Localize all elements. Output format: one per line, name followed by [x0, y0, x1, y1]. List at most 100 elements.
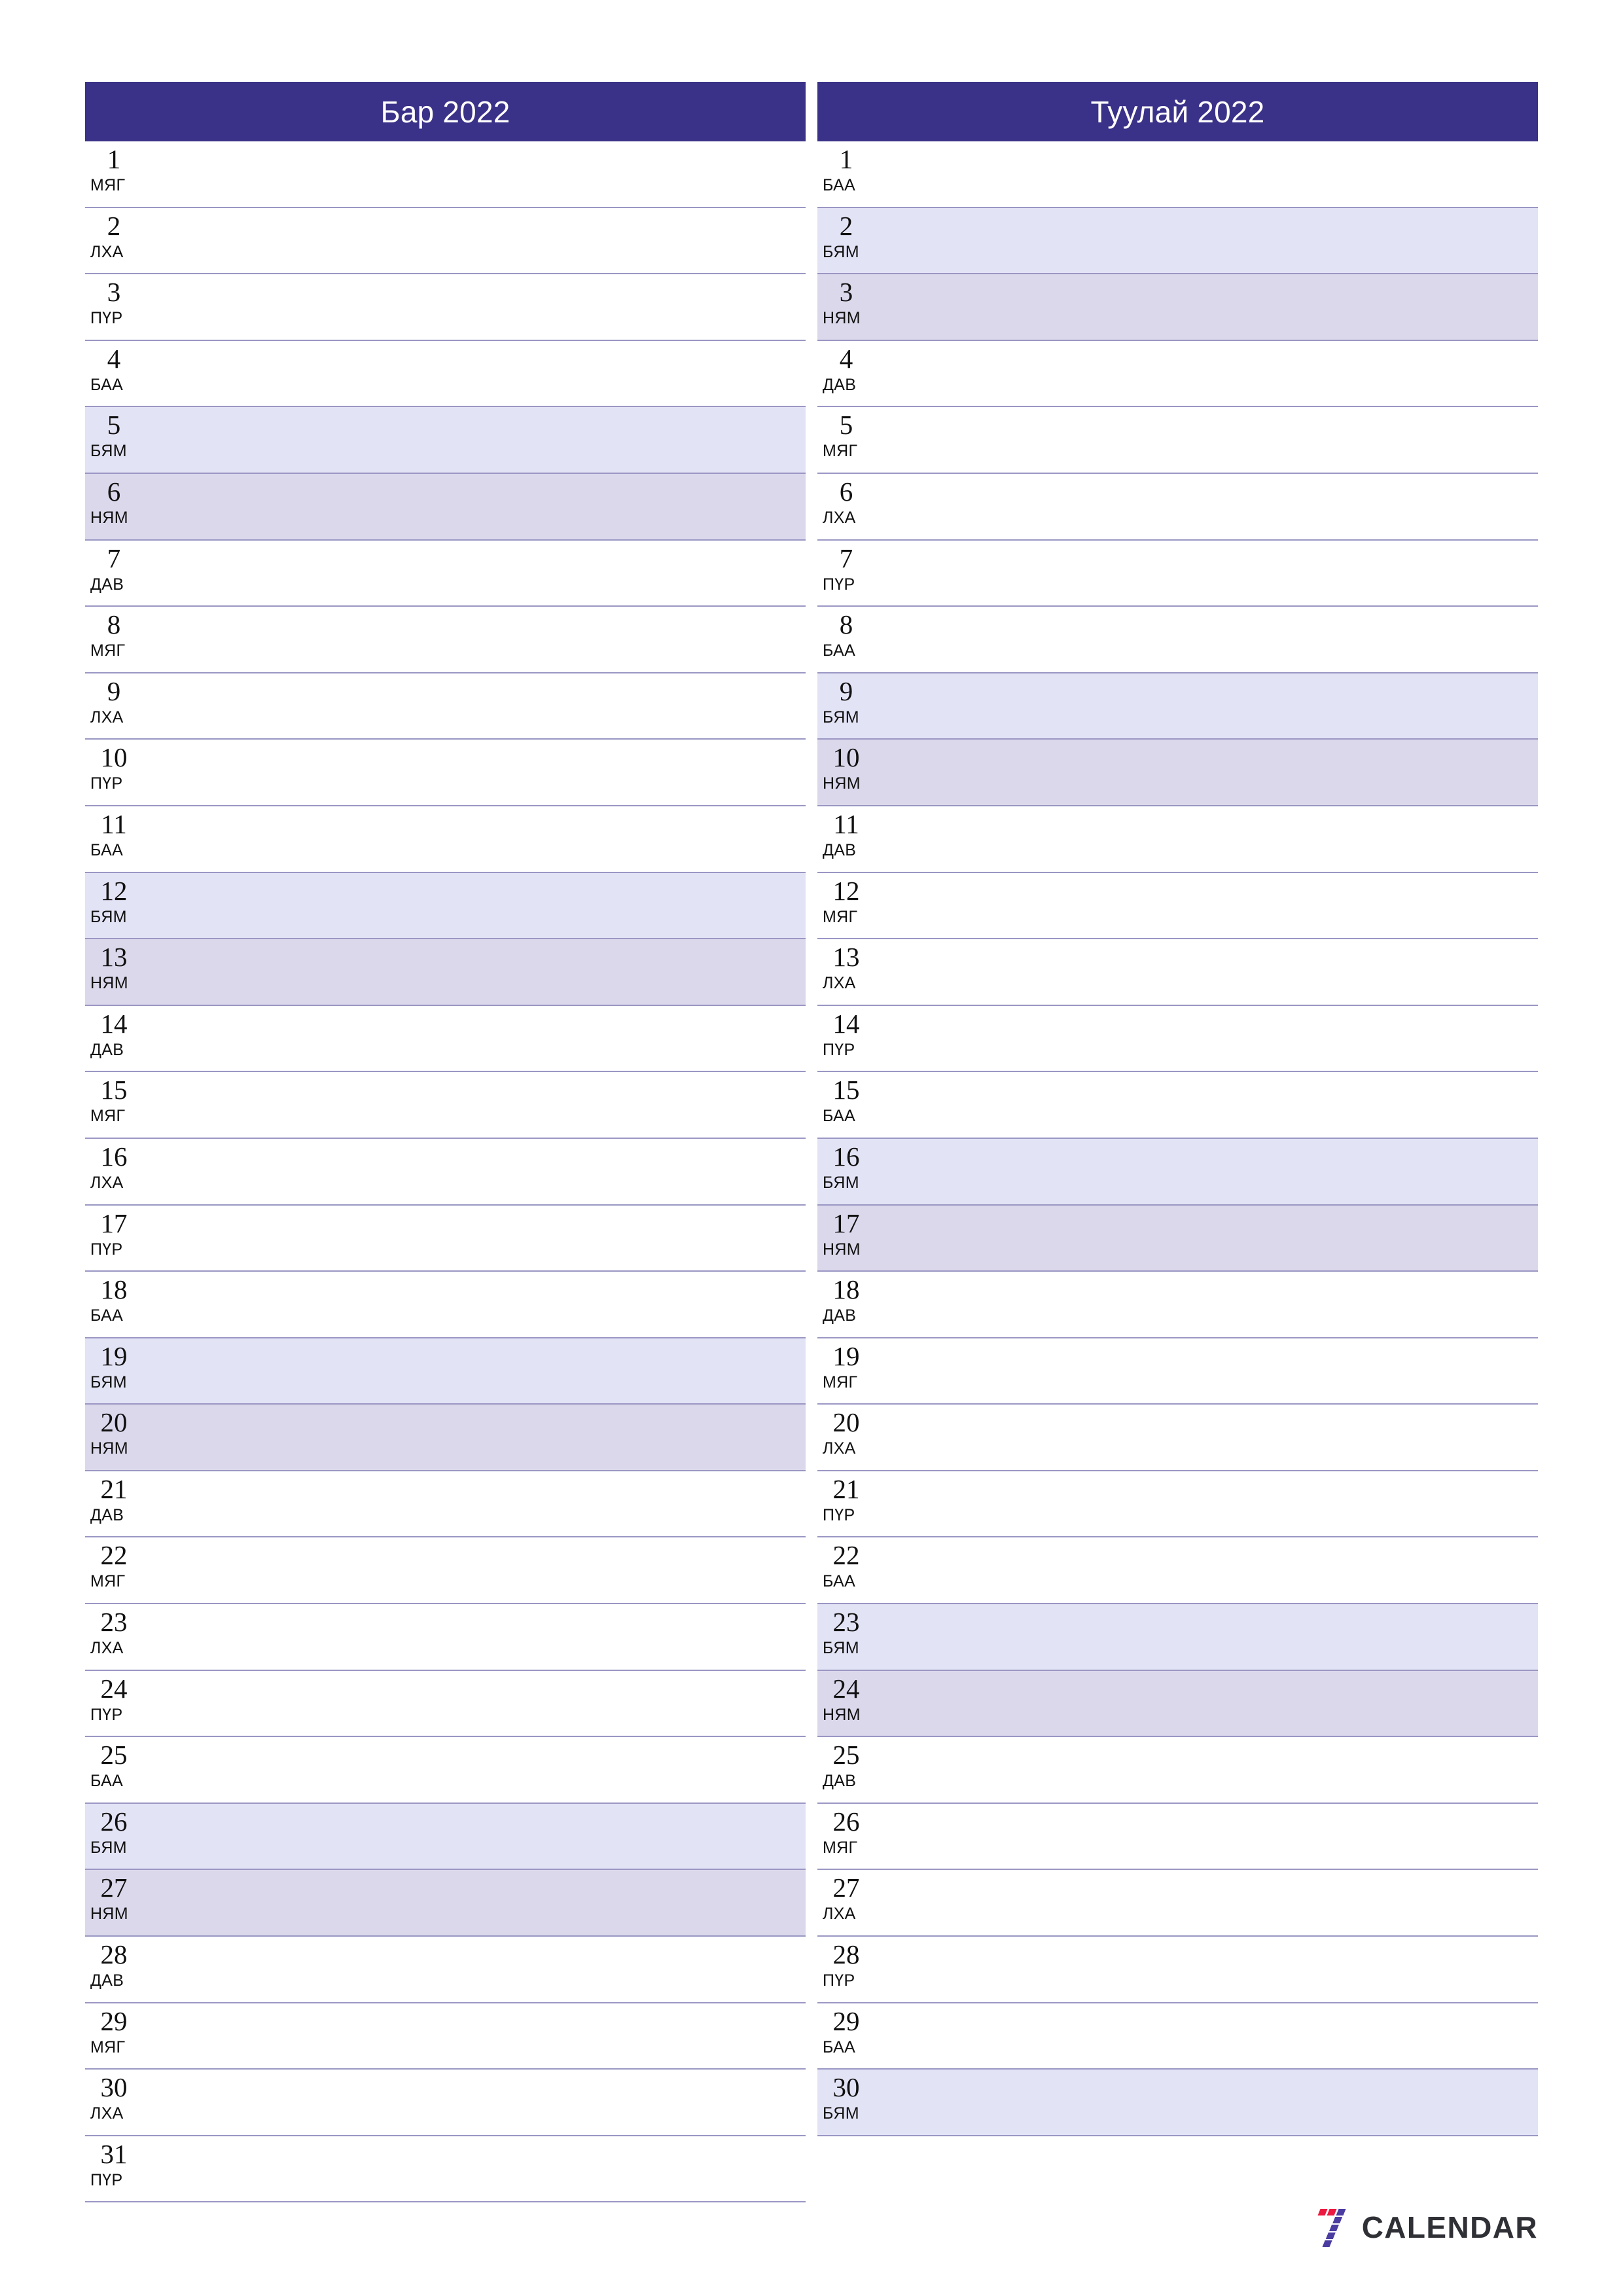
day-number: 11: [833, 808, 859, 839]
day-row[interactable]: 22 БАА: [817, 1537, 1538, 1605]
day-row[interactable]: 26 МЯГ: [817, 1803, 1538, 1871]
day-row[interactable]: 15 БАА: [817, 1072, 1538, 1139]
day-row[interactable]: 29 БАА: [817, 2003, 1538, 2070]
day-weekday: ПҮР: [823, 1505, 855, 1524]
day-row[interactable]: 7 ДАВ: [85, 540, 806, 607]
day-row[interactable]: 23 БЯМ: [817, 1604, 1538, 1671]
day-row[interactable]: 25 ДАВ: [817, 1737, 1538, 1804]
day-row[interactable]: 13 ЛХА: [817, 939, 1538, 1006]
day-number: 17: [832, 1208, 860, 1238]
day-row[interactable]: 17 НЯМ: [817, 1205, 1538, 1272]
day-row[interactable]: 3 ПҮР: [85, 274, 806, 341]
month-header-right: Туулай 2022: [817, 82, 1538, 141]
day-list-left: 1 МЯГ 2 ЛХА 3 ПҮР 4 БАА 5 БЯМ 6 НЯМ 7 ДАВ 8 МЯГ 9 ЛХА 10 ПҮ…: [85, 141, 806, 2203]
day-row[interactable]: 4 ДАВ: [817, 340, 1538, 408]
day-weekday: БЯМ: [90, 907, 127, 926]
day-row[interactable]: 24 НЯМ: [817, 1670, 1538, 1738]
day-row[interactable]: 6 ЛХА: [817, 473, 1538, 541]
day-row[interactable]: 19 МЯГ: [817, 1338, 1538, 1405]
day-weekday: ЛХА: [823, 974, 856, 993]
day-row[interactable]: 30 БЯМ: [817, 2070, 1538, 2136]
day-row[interactable]: 27 ЛХА: [817, 1870, 1538, 1937]
day-row[interactable]: 7 ПҮР: [817, 540, 1538, 607]
day-weekday: НЯМ: [823, 309, 861, 328]
day-row[interactable]: 16 ЛХА: [85, 1138, 806, 1206]
day-number: 1: [839, 144, 853, 174]
day-row[interactable]: 3 НЯМ: [817, 274, 1538, 341]
day-row[interactable]: 6 НЯМ: [85, 473, 806, 541]
day-weekday: МЯГ: [90, 1572, 126, 1591]
day-weekday: БАА: [90, 840, 124, 859]
day-row[interactable]: 2 ЛХА: [85, 207, 806, 275]
day-row[interactable]: 18 ДАВ: [817, 1272, 1538, 1338]
day-weekday: ДАВ: [823, 375, 857, 394]
day-row[interactable]: 12 БЯМ: [85, 872, 806, 940]
day-row[interactable]: 10 ПҮР: [85, 740, 806, 806]
planner-page: Бар 2022 1 МЯГ 2 ЛХА 3 ПҮР 4 БАА 5 БЯМ 6 НЯМ 7 ДАВ 8 МЯ…: [85, 82, 1538, 2235]
day-number: 31: [100, 2138, 128, 2169]
day-number: 2: [107, 210, 121, 241]
day-row[interactable]: 1 МЯГ: [85, 141, 806, 208]
day-number: 29: [832, 2005, 860, 2036]
day-row[interactable]: 21 ДАВ: [85, 1471, 806, 1538]
day-row[interactable]: 8 МЯГ: [85, 607, 806, 673]
day-weekday: ПҮР: [90, 1705, 123, 1724]
brand-logo: CALENDAR: [1311, 2207, 1538, 2248]
day-row[interactable]: 20 ЛХА: [817, 1405, 1538, 1471]
day-number: 7: [107, 543, 121, 573]
day-number: 22: [832, 1540, 860, 1571]
day-row[interactable]: 5 БЯМ: [85, 407, 806, 474]
day-weekday: ДАВ: [90, 575, 124, 594]
day-number: 24: [100, 1673, 128, 1704]
day-row[interactable]: 17 ПҮР: [85, 1205, 806, 1272]
day-row[interactable]: 13 НЯМ: [85, 939, 806, 1006]
day-number: 8: [839, 609, 853, 640]
day-row[interactable]: 9 ЛХА: [85, 673, 806, 740]
day-weekday: ПҮР: [823, 1040, 855, 1059]
day-weekday: НЯМ: [823, 1240, 861, 1259]
day-row[interactable]: 21 ПҮР: [817, 1471, 1538, 1538]
day-row[interactable]: 9 БЯМ: [817, 673, 1538, 740]
day-row[interactable]: 28 ДАВ: [85, 1937, 806, 2003]
day-row[interactable]: 15 МЯГ: [85, 1072, 806, 1139]
day-row[interactable]: 11 ДАВ: [817, 806, 1538, 873]
day-row[interactable]: 18 БАА: [85, 1272, 806, 1338]
day-number: 13: [100, 942, 128, 973]
day-row[interactable]: 16 БЯМ: [817, 1138, 1538, 1206]
day-row[interactable]: 5 МЯГ: [817, 407, 1538, 474]
day-row[interactable]: 31 ПҮР: [85, 2136, 806, 2203]
day-number: 17: [100, 1208, 128, 1238]
day-number: 16: [832, 1141, 860, 1172]
day-row[interactable]: 24 ПҮР: [85, 1670, 806, 1738]
day-weekday: ДАВ: [90, 1971, 124, 1990]
day-number: 14: [100, 1008, 128, 1039]
day-row[interactable]: 11 БАА: [85, 806, 806, 873]
day-row[interactable]: 20 НЯМ: [85, 1405, 806, 1471]
day-number: 9: [839, 675, 853, 706]
day-row[interactable]: 8 БАА: [817, 607, 1538, 673]
day-row[interactable]: 22 МЯГ: [85, 1537, 806, 1605]
day-row[interactable]: 14 ПҮР: [817, 1005, 1538, 1073]
day-row[interactable]: 4 БАА: [85, 340, 806, 408]
day-row[interactable]: 29 МЯГ: [85, 2003, 806, 2070]
day-row[interactable]: 25 БАА: [85, 1737, 806, 1804]
day-row[interactable]: 14 ДАВ: [85, 1005, 806, 1073]
day-row[interactable]: 19 БЯМ: [85, 1338, 806, 1405]
day-number: 18: [832, 1274, 860, 1305]
day-weekday: БАА: [823, 2037, 856, 2056]
day-row[interactable]: 28 ПҮР: [817, 1937, 1538, 2003]
day-weekday: ЛХА: [90, 708, 124, 726]
day-number: 20: [100, 1407, 128, 1438]
day-row[interactable]: 27 НЯМ: [85, 1870, 806, 1937]
day-number: 21: [100, 1473, 128, 1504]
day-row[interactable]: 10 НЯМ: [817, 740, 1538, 806]
day-row[interactable]: 1 БАА: [817, 141, 1538, 208]
day-row[interactable]: 30 ЛХА: [85, 2070, 806, 2136]
day-row[interactable]: 23 ЛХА: [85, 1604, 806, 1671]
day-row[interactable]: 12 МЯГ: [817, 872, 1538, 940]
day-row[interactable]: 2 БЯМ: [817, 207, 1538, 275]
day-weekday: ПҮР: [90, 1240, 123, 1259]
day-number: 26: [832, 1806, 860, 1837]
day-row[interactable]: 26 БЯМ: [85, 1803, 806, 1871]
day-weekday: ДАВ: [823, 1772, 857, 1791]
